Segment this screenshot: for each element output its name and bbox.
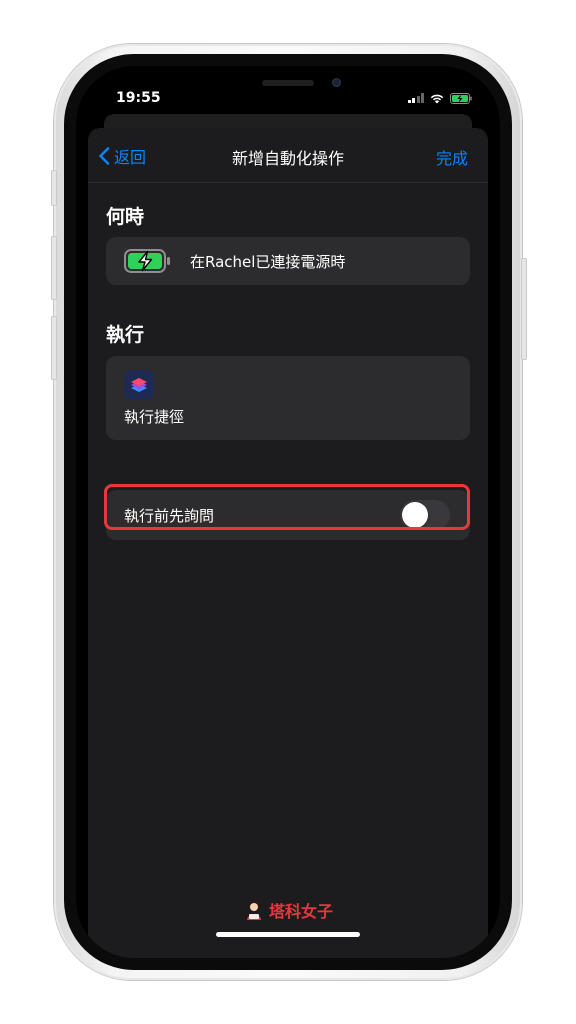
when-section-title: 何時	[106, 206, 145, 228]
watermark: 塔科女子	[76, 898, 500, 922]
wifi-icon	[430, 94, 444, 103]
mute-switch	[51, 170, 57, 206]
status-time: 19:55	[116, 90, 161, 106]
volume-down-button	[51, 316, 57, 380]
action-card[interactable]: 執行捷徑	[106, 356, 470, 440]
home-indicator[interactable]	[216, 932, 360, 937]
navigation-bar: 返回 新增自動化操作 完成	[88, 128, 488, 183]
highlight-box	[104, 484, 470, 530]
shortcuts-app-icon	[124, 370, 154, 400]
status-icons	[407, 92, 473, 104]
power-button	[521, 258, 527, 360]
watermark-logo-icon	[246, 900, 261, 920]
cellular-signal-icon	[407, 93, 424, 103]
shortcuts-icon	[131, 378, 147, 392]
automation-sheet: 返回 新增自動化操作 完成 何時 在Rachel已連接電源時 執行 執行捷徑 執…	[88, 128, 488, 958]
watermark-text: 塔科女子	[268, 902, 333, 921]
screen: 19:55 返回 新增自動化操作 完成 何時 在Rachel已連接電源時 執行 …	[76, 66, 500, 958]
action-label: 執行捷徑	[124, 408, 185, 426]
done-button[interactable]: 完成	[436, 145, 468, 169]
speaker	[262, 80, 314, 86]
page-title: 新增自動化操作	[231, 149, 344, 168]
do-section-title: 執行	[106, 324, 145, 346]
volume-up-button	[51, 236, 57, 300]
battery-charging-icon	[124, 249, 170, 273]
trigger-text: 在Rachel已連接電源時	[190, 253, 346, 271]
front-camera	[332, 78, 341, 87]
trigger-card[interactable]: 在Rachel已連接電源時	[106, 237, 470, 285]
battery-charging-icon	[450, 92, 472, 104]
